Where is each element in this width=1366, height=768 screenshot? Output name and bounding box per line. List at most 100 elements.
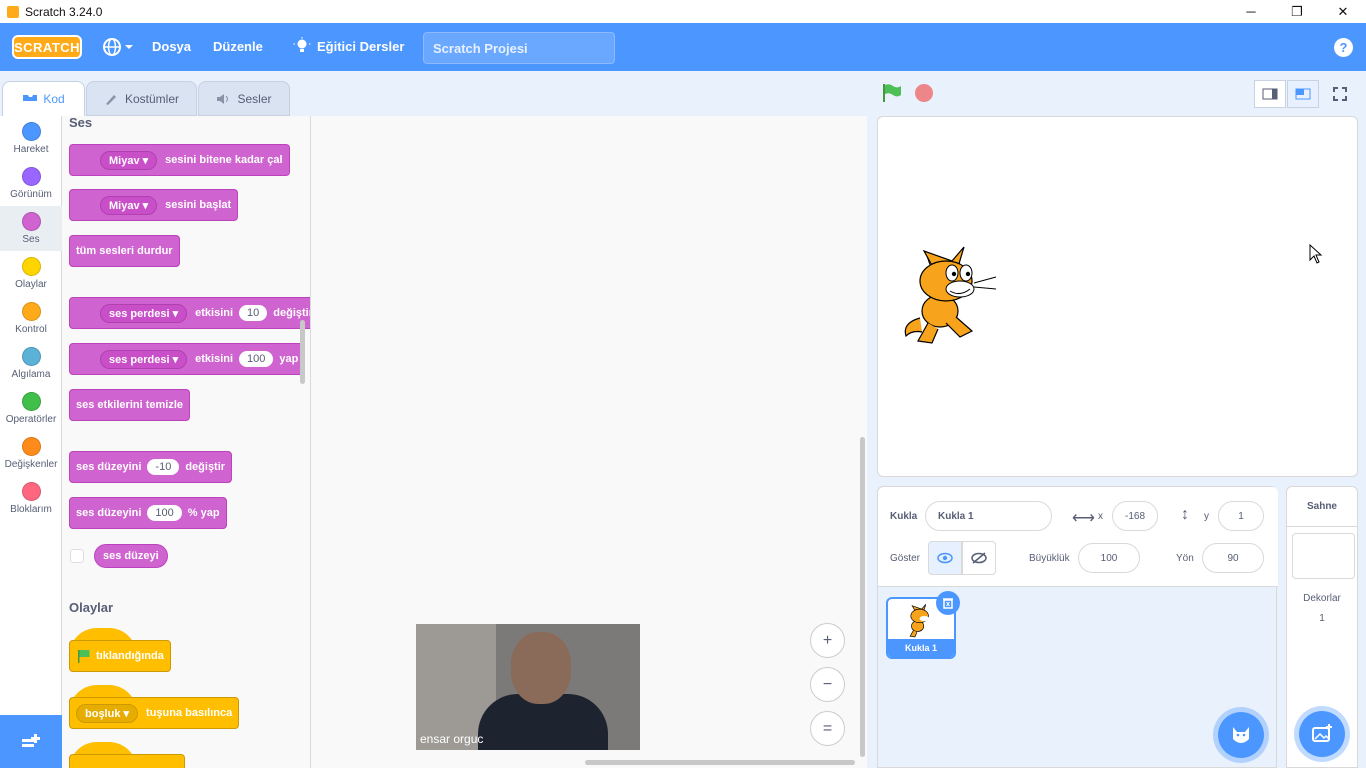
workspace-vertical-scrollbar[interactable]: [860, 437, 865, 757]
y-position-input[interactable]: 1: [1218, 501, 1264, 531]
webcam-name-label: ensar orguc: [420, 732, 484, 746]
direction-input[interactable]: 90: [1202, 543, 1264, 573]
key-dropdown[interactable]: boşluk ▾: [76, 703, 139, 723]
fullscreen-button[interactable]: [1324, 80, 1356, 108]
add-extension-icon: [22, 733, 40, 747]
block-text: ses düzeyini: [76, 461, 142, 473]
zoom-in-icon: +: [822, 631, 833, 649]
category-looks[interactable]: Görünüm: [0, 161, 62, 206]
category-variables-dot: [21, 437, 41, 456]
menu-bar: SCRATCH Dosya Düzenle Eğitici Dersler Sc…: [0, 23, 1366, 71]
category-variables-label: Değişkenler: [4, 459, 58, 470]
tab-code[interactable]: Kod: [2, 81, 85, 116]
category-operators[interactable]: Operatörler: [0, 386, 62, 431]
category-looks-dot: [21, 167, 41, 186]
stage-canvas[interactable]: [877, 116, 1358, 477]
tab-costumes[interactable]: Kostümler: [86, 81, 197, 116]
project-title-input[interactable]: Scratch Projesi: [423, 32, 615, 64]
sound-dropdown[interactable]: Miyav ▾: [100, 195, 158, 215]
category-sensing[interactable]: Algılama: [0, 341, 62, 386]
block-set-volume[interactable]: ses düzeyini 100 % yap: [69, 497, 227, 529]
block-play-sound-until-done[interactable]: Miyav ▾ sesini bitene kadar çal: [69, 144, 290, 176]
backdrops-count: 1: [1319, 613, 1325, 624]
close-button[interactable]: ✕: [1320, 0, 1366, 23]
key-dropdown-value: boşluk: [85, 707, 121, 720]
show-hidden-button[interactable]: [962, 541, 996, 575]
stop-button[interactable]: [915, 84, 933, 102]
volume-change-input[interactable]: -10: [147, 459, 180, 475]
add-backdrop-button[interactable]: [1299, 711, 1345, 757]
show-visible-button[interactable]: [928, 541, 962, 575]
small-stage-button[interactable]: [1254, 80, 1286, 108]
tab-sounds[interactable]: Sesler: [198, 81, 290, 116]
mouse-cursor-icon: [1309, 243, 1323, 269]
stage-thumbnail[interactable]: [1292, 533, 1355, 579]
block-change-volume[interactable]: ses düzeyini -10 değiştir: [69, 451, 233, 483]
category-events-label: Olaylar: [15, 279, 47, 290]
minimize-button[interactable]: ─: [1228, 0, 1274, 23]
add-extension-button[interactable]: [0, 715, 62, 768]
lightbulb-icon: [293, 37, 311, 52]
palette-scrollbar[interactable]: [300, 320, 305, 384]
effect-dropdown[interactable]: ses perdesi ▾: [100, 349, 188, 369]
volume-monitor-checkbox[interactable]: [70, 549, 84, 563]
category-looks-label: Görünüm: [10, 189, 52, 200]
menu-tutorials-label: Eğitici Dersler: [317, 38, 405, 54]
category-my-blocks[interactable]: Bloklarım: [0, 476, 62, 521]
help-icon[interactable]: ?: [1334, 38, 1353, 57]
category-variables[interactable]: Değişkenler: [0, 431, 62, 476]
maximize-button[interactable]: ❐: [1274, 0, 1320, 23]
size-input[interactable]: 100: [1078, 543, 1140, 573]
menu-tutorials[interactable]: Eğitici Dersler: [293, 37, 404, 55]
code-icon: [23, 95, 38, 101]
block-when-stage-clicked[interactable]: [69, 754, 185, 768]
delete-sprite-button[interactable]: [936, 591, 960, 615]
block-text: etkisini: [195, 307, 234, 319]
green-flag-icon[interactable]: [882, 84, 902, 102]
add-sprite-button[interactable]: [1218, 712, 1264, 758]
language-globe-icon[interactable]: [102, 37, 134, 57]
chevron-down-icon: [125, 45, 133, 49]
category-sound[interactable]: Ses: [0, 206, 62, 251]
scratch-logo[interactable]: SCRATCH: [12, 35, 82, 59]
block-text: değiştir: [273, 307, 311, 319]
block-set-effect[interactable]: ses perdesi ▾ etkisini 100 yap: [69, 343, 306, 375]
eye-hidden-icon: [971, 552, 987, 564]
category-events[interactable]: Olaylar: [0, 251, 62, 296]
volume-set-input[interactable]: 100: [147, 505, 182, 521]
cat-sprite[interactable]: [900, 243, 1000, 349]
effect-value-input[interactable]: 10: [239, 305, 268, 321]
block-text: tuşuna basılınca: [146, 707, 233, 719]
window-title: Scratch 3.24.0: [25, 4, 103, 19]
effect-value-input[interactable]: 100: [239, 351, 274, 367]
menu-edit[interactable]: Düzenle: [213, 39, 263, 54]
block-change-effect[interactable]: ses perdesi ▾ etkisini 10 değiştir: [69, 297, 311, 329]
block-start-sound[interactable]: Miyav ▾ sesini başlat: [69, 189, 239, 221]
sound-dropdown[interactable]: Miyav ▾: [100, 150, 158, 170]
block-when-flag-clicked[interactable]: tıklandığında: [69, 640, 171, 672]
cat-thumbnail-icon: [909, 604, 930, 638]
category-motion[interactable]: Hareket: [0, 116, 62, 161]
sound-dropdown-value: Miyav: [109, 154, 140, 167]
block-stop-all-sounds[interactable]: tüm sesleri durdur: [69, 235, 180, 267]
scratch-app-icon: [7, 5, 19, 18]
normal-stage-button[interactable]: [1287, 80, 1319, 108]
zoom-reset-button[interactable]: =: [810, 711, 845, 746]
tab-costumes-label: Kostümler: [124, 91, 180, 106]
fullscreen-icon: [1333, 87, 1347, 101]
zoom-out-button[interactable]: −: [810, 667, 845, 702]
effect-dropdown-value: ses perdesi: [109, 353, 170, 366]
menu-file[interactable]: Dosya: [152, 39, 191, 54]
workspace-horizontal-scrollbar[interactable]: [585, 760, 855, 765]
category-control[interactable]: Kontrol: [0, 296, 62, 341]
block-when-key-pressed[interactable]: boşluk ▾ tuşuna basılınca: [69, 697, 240, 729]
effect-dropdown[interactable]: ses perdesi ▾: [100, 303, 188, 323]
zoom-in-button[interactable]: +: [810, 623, 845, 658]
block-volume-reporter[interactable]: ses düzeyi: [94, 544, 168, 568]
block-clear-effects[interactable]: ses etkilerini temizle: [69, 389, 190, 421]
x-position-input[interactable]: -168: [1112, 501, 1158, 531]
sprite-name-input[interactable]: Kukla 1: [925, 501, 1052, 531]
category-sound-label: Ses: [22, 234, 40, 245]
sprite-label: Kukla: [890, 511, 918, 522]
sprite-info: Kukla Kukla 1 ⟷ x -168 ↕ y 1 Göster Büyü…: [878, 487, 1278, 587]
